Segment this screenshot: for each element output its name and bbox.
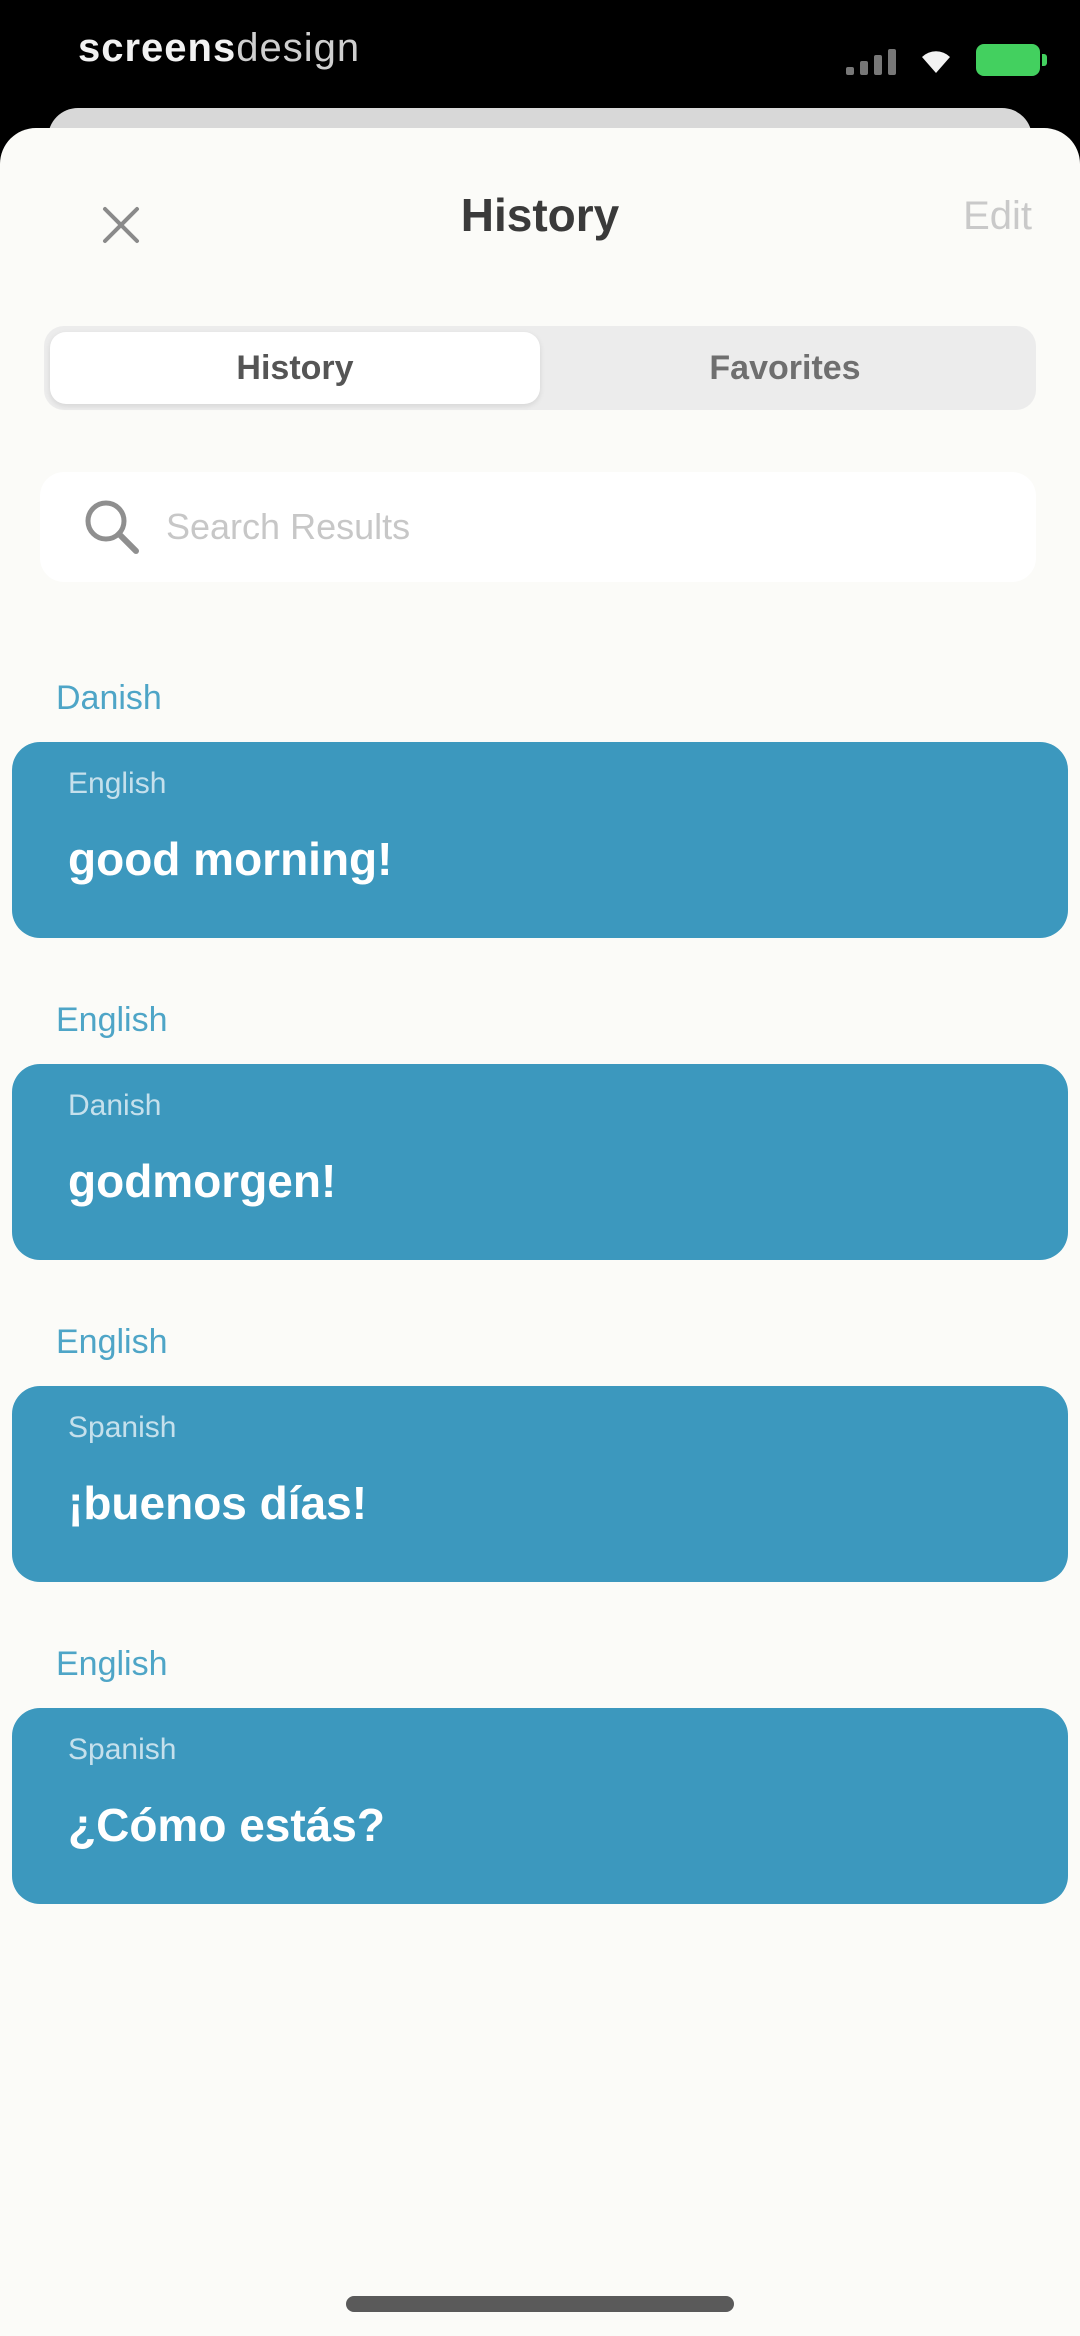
source-language-label: English bbox=[56, 1645, 168, 1683]
translation-card[interactable]: Spanish ¡buenos días! bbox=[12, 1386, 1068, 1582]
target-language-label: English bbox=[68, 767, 167, 800]
target-language-label: Spanish bbox=[68, 1411, 177, 1444]
source-language-label: Danish bbox=[56, 679, 162, 717]
status-brand: screensdesign bbox=[78, 26, 360, 71]
translation-text: ¿Cómo estás? bbox=[68, 1799, 385, 1851]
translation-text: ¡buenos días! bbox=[68, 1477, 368, 1529]
nav-bar: History Edit bbox=[0, 128, 1080, 308]
tab-favorites[interactable]: Favorites bbox=[540, 332, 1030, 404]
battery-icon bbox=[976, 44, 1047, 76]
list-item: English Danish godmorgen! bbox=[0, 998, 1080, 1260]
screen: screensdesign History Edit History Favor… bbox=[0, 0, 1080, 2336]
translation-card[interactable]: English good morning! bbox=[12, 742, 1068, 938]
history-list: Danish English good morning! English Dan… bbox=[0, 676, 1080, 1964]
status-brand-strong: screens bbox=[78, 26, 237, 70]
translation-text: godmorgen! bbox=[68, 1155, 337, 1207]
cellular-signal-icon bbox=[846, 45, 896, 75]
translation-card[interactable]: Spanish ¿Cómo estás? bbox=[12, 1708, 1068, 1904]
target-language-label: Spanish bbox=[68, 1733, 177, 1766]
search-icon bbox=[85, 500, 139, 554]
source-language-label: English bbox=[56, 1323, 168, 1361]
tab-history[interactable]: History bbox=[50, 332, 540, 404]
status-brand-light: design bbox=[236, 26, 361, 70]
translation-card[interactable]: Danish godmorgen! bbox=[12, 1064, 1068, 1260]
history-sheet: History Edit History Favorites Danish En… bbox=[0, 128, 1080, 2336]
search-bar bbox=[40, 472, 1036, 582]
list-item: Danish English good morning! bbox=[0, 676, 1080, 938]
search-input[interactable] bbox=[164, 505, 968, 549]
target-language-label: Danish bbox=[68, 1089, 162, 1122]
page-title: History bbox=[460, 189, 620, 241]
status-bar: screensdesign bbox=[0, 0, 1080, 120]
wifi-icon bbox=[922, 51, 950, 73]
list-item: English Spanish ¿Cómo estás? bbox=[0, 1642, 1080, 1904]
translation-text: good morning! bbox=[68, 833, 393, 885]
history-favorites-segmented-control: History Favorites bbox=[44, 326, 1036, 410]
edit-button[interactable]: Edit bbox=[963, 194, 1032, 239]
source-language-label: English bbox=[56, 1001, 168, 1039]
status-icons bbox=[846, 40, 1047, 80]
home-indicator[interactable] bbox=[346, 2296, 734, 2312]
list-item: English Spanish ¡buenos días! bbox=[0, 1320, 1080, 1582]
